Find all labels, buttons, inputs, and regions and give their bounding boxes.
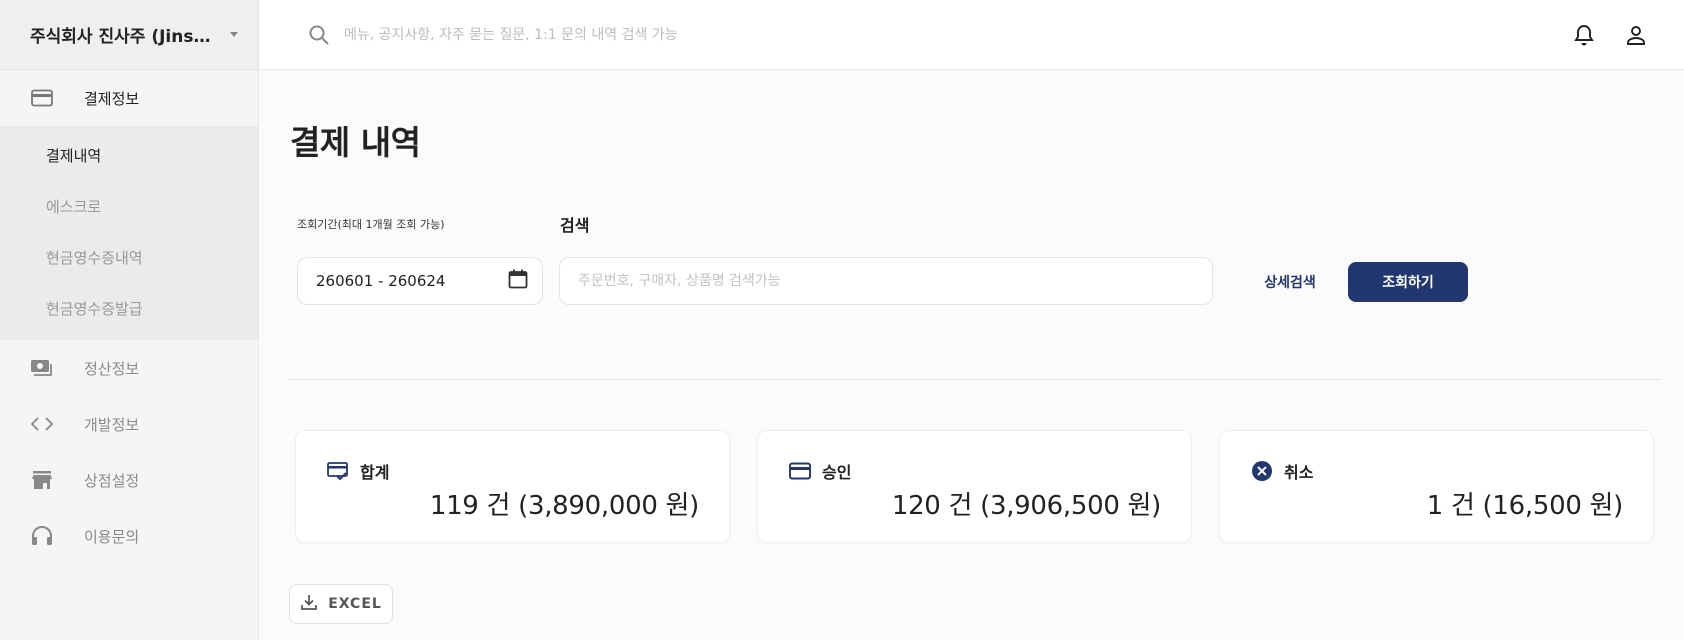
sidebar-item-label: 상점설정 (84, 471, 140, 490)
summary-card-header: 합계 (326, 459, 389, 483)
date-range-value: 260601 - 260624 (316, 272, 446, 290)
sidebar-item-label: 개발정보 (84, 415, 140, 434)
order-search-input[interactable] (578, 273, 1194, 289)
calendar-icon[interactable] (508, 269, 528, 293)
sidebar-item-payment-info[interactable]: 결제정보 (0, 70, 258, 126)
headset-icon (30, 524, 54, 548)
sidebar-subitem-payment-history[interactable]: 결제내역 (0, 130, 258, 181)
period-label: 조회기간(최대 1개월 조회 가능) (297, 218, 445, 231)
store-icon (30, 468, 54, 492)
download-icon (300, 593, 318, 615)
summary-card-approved: 승인 120 건 (3,906,500 원) (757, 430, 1192, 543)
global-search-input[interactable] (344, 26, 1044, 43)
credit-card-icon (30, 86, 54, 110)
top-bar (260, 0, 1684, 70)
sidebar-item-dev-info[interactable]: 개발정보 (0, 396, 258, 452)
main-content: 결제 내역 조회기간(최대 1개월 조회 가능) 검색 260601 - 260… (260, 70, 1684, 640)
card-check-icon (326, 459, 350, 483)
summary-card-header: 승인 (788, 459, 851, 483)
summary-card-title: 취소 (1284, 463, 1314, 482)
sidebar-subnav: 결제내역 에스크로 현금영수증내역 현금영수증발급 (0, 126, 258, 340)
bell-icon[interactable] (1572, 23, 1596, 47)
sidebar-item-label: 이용문의 (84, 527, 140, 546)
sidebar-item-label: 결제정보 (84, 89, 140, 108)
summary-card-title: 승인 (822, 463, 852, 482)
summary-card-cancelled: 취소 1 건 (16,500 원) (1219, 430, 1654, 543)
cancel-circle-icon (1250, 459, 1274, 483)
excel-button-label: EXCEL (328, 596, 382, 612)
summary-card-header: 취소 (1250, 459, 1313, 483)
top-icons (1572, 0, 1648, 70)
date-range-picker[interactable]: 260601 - 260624 (297, 257, 543, 305)
search-icon (308, 24, 330, 46)
sidebar-item-label: 정산정보 (84, 359, 140, 378)
credit-card-icon (788, 459, 812, 483)
sidebar-item-store-settings[interactable]: 상점설정 (0, 452, 258, 508)
summary-card-value: 119 건 (3,890,000 원) (429, 491, 699, 521)
summary-card-value: 1 건 (16,500 원) (1426, 491, 1624, 521)
cash-icon (30, 356, 54, 380)
chevron-down-icon (230, 32, 238, 37)
sidebar-subitem-cash-receipt-issue[interactable]: 현금영수증발급 (0, 283, 258, 334)
query-button[interactable]: 조회하기 (1348, 262, 1468, 302)
summary-card-total: 합계 119 건 (3,890,000 원) (295, 430, 730, 543)
user-icon[interactable] (1624, 23, 1648, 47)
search-label: 검색 (560, 216, 590, 235)
summary-card-title: 합계 (360, 463, 390, 482)
company-selector[interactable]: 주식회사 진사주 (Jinsaju) (0, 0, 258, 70)
sidebar-item-inquiry[interactable]: 이용문의 (0, 508, 258, 564)
sidebar-subitem-escrow[interactable]: 에스크로 (0, 181, 258, 232)
sidebar-item-settlement-info[interactable]: 정산정보 (0, 340, 258, 396)
detail-search-button[interactable]: 상세검색 (1235, 262, 1345, 302)
divider (289, 379, 1660, 380)
code-icon (30, 412, 54, 436)
page-title: 결제 내역 (290, 123, 421, 162)
sidebar-subitem-cash-receipt-history[interactable]: 현금영수증내역 (0, 232, 258, 283)
order-search-field[interactable] (559, 257, 1213, 305)
sidebar: 주식회사 진사주 (Jinsaju) 결제정보 결제내역 에스크로 현금영수증내… (0, 0, 259, 640)
excel-download-button[interactable]: EXCEL (289, 584, 393, 624)
company-name: 주식회사 진사주 (Jinsaju) (30, 27, 218, 47)
summary-card-value: 120 건 (3,906,500 원) (891, 491, 1161, 521)
